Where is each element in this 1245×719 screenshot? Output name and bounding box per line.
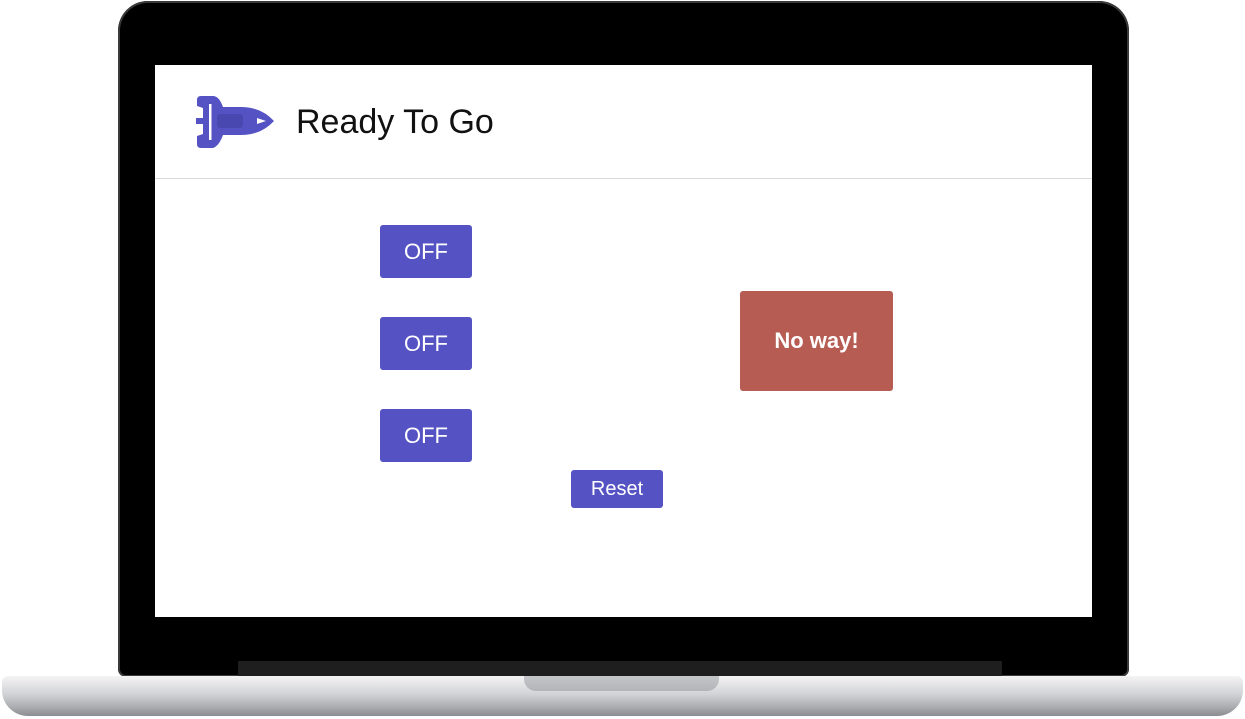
toggle-button-1[interactable]: OFF — [380, 225, 472, 278]
toggle-button-3[interactable]: OFF — [380, 409, 472, 462]
app-title: Ready To Go — [296, 103, 494, 141]
app-screen: Ready To Go OFF OFF OFF Reset No way! — [155, 65, 1092, 617]
space-shuttle-icon — [196, 96, 274, 148]
laptop-notch — [524, 676, 719, 691]
app-header: Ready To Go — [155, 65, 1092, 179]
reset-button[interactable]: Reset — [571, 470, 663, 508]
laptop-hinge — [238, 661, 1002, 677]
status-panel: No way! — [740, 291, 893, 391]
toggle-button-2[interactable]: OFF — [380, 317, 472, 370]
